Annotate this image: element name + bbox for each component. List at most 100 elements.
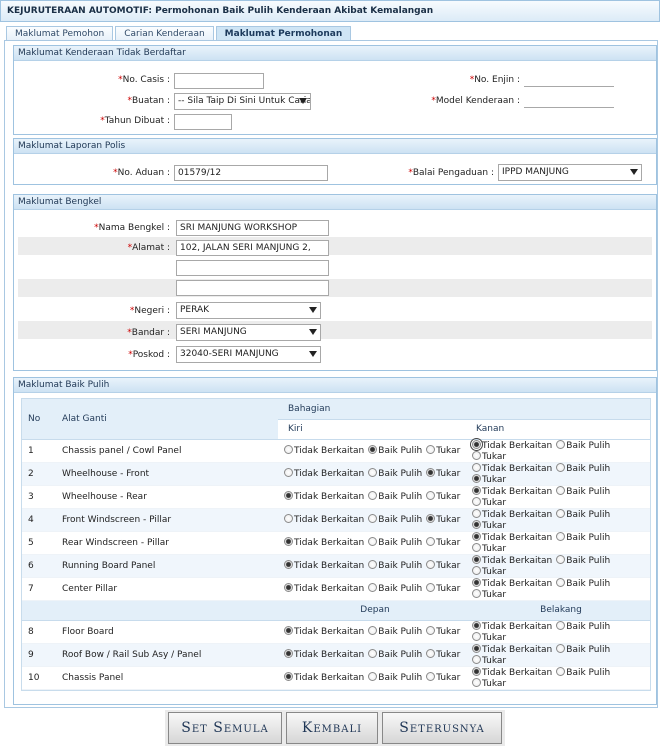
radio-tidak-berkaitan[interactable]: [284, 468, 293, 477]
left-option-tidak-berkaitan[interactable]: Tidak Berkaitan: [284, 537, 364, 548]
radio-tukar[interactable]: [472, 473, 481, 483]
left-option-tukar[interactable]: Tukar: [426, 445, 460, 456]
tab-carian-kenderaan[interactable]: Carian Kenderaan: [115, 26, 214, 41]
right-option-tidak-berkaitan[interactable]: Tidak Berkaitan: [470, 437, 552, 451]
radio-tidak-berkaitan[interactable]: [472, 485, 481, 495]
left-option-tidak-berkaitan[interactable]: Tidak Berkaitan: [284, 672, 364, 683]
left-option-tidak-berkaitan[interactable]: Tidak Berkaitan: [284, 514, 364, 525]
radio-tidak-berkaitan[interactable]: [472, 531, 481, 541]
radio-baik-pulih[interactable]: [556, 531, 566, 541]
left-option-tukar[interactable]: Tukar: [426, 626, 460, 637]
radio-tidak-berkaitan[interactable]: [472, 643, 481, 653]
radio-tukar[interactable]: [426, 445, 436, 454]
left-option-tidak-berkaitan[interactable]: Tidak Berkaitan: [284, 491, 364, 502]
right-option-tidak-berkaitan[interactable]: Tidak Berkaitan: [472, 554, 552, 566]
radio-tidak-berkaitan[interactable]: [472, 577, 481, 587]
radio-tukar[interactable]: [426, 491, 436, 500]
left-option-tidak-berkaitan[interactable]: Tidak Berkaitan: [284, 583, 364, 594]
radio-tukar[interactable]: [472, 677, 481, 687]
buatan-select[interactable]: -- Sila Taip Di Sini Untuk Carian --: [174, 93, 311, 110]
right-option-tukar[interactable]: Tukar: [472, 565, 506, 577]
radio-tukar[interactable]: [472, 542, 481, 552]
right-option-tukar[interactable]: Tukar: [472, 519, 506, 531]
balai-select[interactable]: IPPD MANJUNG: [498, 164, 642, 181]
radio-tidak-berkaitan[interactable]: [472, 462, 481, 472]
radio-tidak-berkaitan[interactable]: [284, 649, 293, 658]
radio-tidak-berkaitan[interactable]: [472, 666, 481, 676]
radio-baik-pulih[interactable]: [368, 514, 378, 523]
right-option-baik-pulih[interactable]: Baik Pulih: [556, 485, 610, 497]
right-option-tukar[interactable]: Tukar: [472, 654, 506, 666]
left-option-baik-pulih[interactable]: Baik Pulih: [368, 560, 422, 571]
radio-baik-pulih[interactable]: [368, 649, 378, 658]
left-option-tukar[interactable]: Tukar: [426, 537, 460, 548]
radio-baik-pulih[interactable]: [556, 620, 566, 630]
left-option-baik-pulih[interactable]: Baik Pulih: [368, 583, 422, 594]
radio-tukar[interactable]: [426, 583, 436, 592]
radio-tidak-berkaitan[interactable]: [472, 554, 481, 564]
radio-tidak-berkaitan[interactable]: [470, 437, 483, 451]
right-option-tukar[interactable]: Tukar: [472, 496, 506, 508]
radio-tukar[interactable]: [472, 654, 481, 664]
radio-tidak-berkaitan[interactable]: [284, 537, 293, 546]
radio-tidak-berkaitan[interactable]: [284, 514, 293, 523]
chasis-input[interactable]: [174, 73, 264, 89]
right-option-baik-pulih[interactable]: Baik Pulih: [556, 462, 610, 474]
radio-tidak-berkaitan[interactable]: [284, 445, 293, 454]
radio-tidak-berkaitan[interactable]: [472, 508, 481, 518]
right-option-tidak-berkaitan[interactable]: Tidak Berkaitan: [472, 643, 552, 655]
right-option-tidak-berkaitan[interactable]: Tidak Berkaitan: [472, 620, 552, 632]
right-option-baik-pulih[interactable]: Baik Pulih: [556, 531, 610, 543]
radio-baik-pulih[interactable]: [556, 485, 566, 495]
radio-baik-pulih[interactable]: [368, 672, 378, 681]
radio-baik-pulih[interactable]: [368, 468, 378, 477]
radio-baik-pulih[interactable]: [556, 554, 566, 564]
left-option-tukar[interactable]: Tukar: [426, 672, 460, 683]
right-option-tidak-berkaitan[interactable]: Tidak Berkaitan: [472, 462, 552, 474]
radio-baik-pulih[interactable]: [368, 445, 378, 454]
radio-tidak-berkaitan[interactable]: [284, 672, 293, 681]
poskod-select[interactable]: 32040-SERI MANJUNG: [176, 346, 321, 363]
kembali-button[interactable]: Kembali: [286, 712, 378, 744]
radio-tukar[interactable]: [426, 537, 436, 546]
radio-tukar[interactable]: [472, 631, 481, 641]
right-option-tidak-berkaitan[interactable]: Tidak Berkaitan: [472, 666, 552, 678]
left-option-tidak-berkaitan[interactable]: Tidak Berkaitan: [284, 560, 364, 571]
alamat-line3-input[interactable]: [176, 280, 329, 296]
right-option-tidak-berkaitan[interactable]: Tidak Berkaitan: [472, 577, 552, 589]
radio-baik-pulih[interactable]: [556, 508, 566, 518]
right-option-baik-pulih[interactable]: Baik Pulih: [556, 508, 610, 520]
right-option-tukar[interactable]: Tukar: [472, 542, 506, 554]
radio-tukar[interactable]: [426, 672, 436, 681]
radio-baik-pulih[interactable]: [556, 439, 566, 449]
right-option-tukar[interactable]: Tukar: [472, 631, 506, 643]
left-option-tidak-berkaitan[interactable]: Tidak Berkaitan: [284, 445, 364, 456]
right-option-baik-pulih[interactable]: Baik Pulih: [556, 620, 610, 632]
alamat-line1-input[interactable]: 102, JALAN SERI MANJUNG 2,: [176, 240, 329, 256]
right-option-tidak-berkaitan[interactable]: Tidak Berkaitan: [472, 508, 552, 520]
radio-baik-pulih[interactable]: [368, 491, 378, 500]
right-option-tidak-berkaitan[interactable]: Tidak Berkaitan: [472, 485, 552, 497]
radio-tidak-berkaitan[interactable]: [472, 620, 481, 630]
radio-tukar[interactable]: [472, 519, 481, 529]
right-option-tidak-berkaitan[interactable]: Tidak Berkaitan: [472, 531, 552, 543]
tab-maklumat-permohonan[interactable]: Maklumat Permohonan: [215, 26, 352, 41]
right-option-baik-pulih[interactable]: Baik Pulih: [556, 554, 610, 566]
radio-tukar[interactable]: [472, 588, 481, 598]
set-semula-button[interactable]: Set Semula: [168, 712, 282, 744]
radio-baik-pulih[interactable]: [368, 537, 378, 546]
left-option-baik-pulih[interactable]: Baik Pulih: [368, 491, 422, 502]
radio-tukar[interactable]: [426, 626, 436, 635]
radio-tidak-berkaitan[interactable]: [284, 583, 293, 592]
radio-baik-pulih[interactable]: [556, 462, 566, 472]
radio-tukar[interactable]: [472, 450, 481, 460]
left-option-tidak-berkaitan[interactable]: Tidak Berkaitan: [284, 649, 364, 660]
left-option-baik-pulih[interactable]: Baik Pulih: [368, 514, 422, 525]
left-option-baik-pulih[interactable]: Baik Pulih: [368, 468, 422, 479]
left-option-baik-pulih[interactable]: Baik Pulih: [368, 537, 422, 548]
radio-baik-pulih[interactable]: [556, 643, 566, 653]
right-option-tukar[interactable]: Tukar: [472, 450, 506, 462]
right-option-baik-pulih[interactable]: Baik Pulih: [556, 439, 610, 451]
left-option-tidak-berkaitan[interactable]: Tidak Berkaitan: [284, 626, 364, 637]
radio-tidak-berkaitan[interactable]: [284, 560, 293, 569]
